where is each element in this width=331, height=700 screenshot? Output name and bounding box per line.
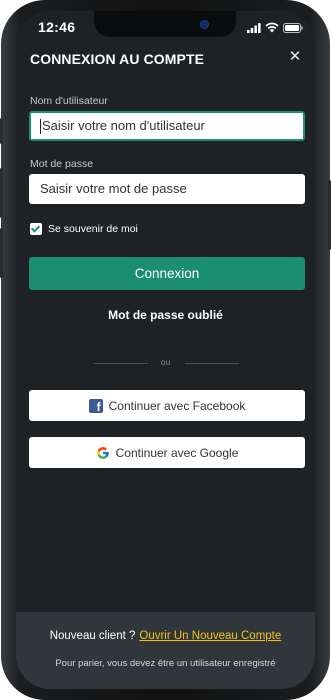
footer: Nouveau client ? Ouvrir Un Nouveau Compte… [16,612,315,689]
divider-right [185,363,239,364]
facebook-login-button[interactable]: f Continuer avec Facebook [29,390,305,421]
password-placeholder: Saisir votre mot de passe [40,181,187,196]
forgot-password-link[interactable]: Mot de passe oublié [16,308,315,322]
facebook-icon: f [88,398,103,414]
new-client-text: Nouveau client ? [49,630,136,642]
login-button[interactable]: Connexion [29,257,305,290]
facebook-button-label: Continuer avec Facebook [108,398,246,413]
modal-title: CONNEXION AU COMPTE [30,51,205,67]
divider-text: ou [160,357,171,367]
new-client-line: Nouveau client ? Ouvrir Un Nouveau Compte [16,630,315,642]
screen: 12:46 CONNEXION AU COMPTE ✕ Nom d'utilis… [16,11,315,689]
open-account-link[interactable]: Ouvrir Un Nouveau Compte [139,630,281,642]
username-placeholder: Saisir votre nom d'utilisateur [42,118,205,133]
remember-me-checkbox[interactable] [30,223,42,235]
username-label: Nom d'utilisateur [30,95,108,107]
username-input[interactable]: Saisir votre nom d'utilisateur [29,111,305,141]
volume-up-button [0,168,3,218]
google-icon [96,446,109,459]
close-icon[interactable]: ✕ [287,49,303,65]
camera-dot [200,20,209,29]
google-login-button[interactable]: Continuer avec Google [29,437,305,468]
password-label: Mot de passe [30,158,94,170]
battery-icon [283,23,303,33]
google-button-label: Continuer avec Google [115,445,239,460]
status-bar: 12:46 [16,11,315,43]
cellular-signal-icon [247,23,261,33]
remember-me[interactable]: Se souvenir de moi [30,222,138,236]
text-caret [40,119,41,135]
password-input[interactable]: Saisir votre mot de passe [29,174,305,204]
notch [94,11,236,37]
registration-note: Pour parier, vous devez être un utilisat… [55,658,276,669]
mute-switch [0,118,3,144]
phone-frame: 12:46 CONNEXION AU COMPTE ✕ Nom d'utilis… [0,0,331,700]
wifi-icon [265,22,279,33]
remember-me-label: Se souvenir de moi [48,223,138,235]
volume-down-button [0,228,3,278]
status-time: 12:46 [38,19,76,35]
